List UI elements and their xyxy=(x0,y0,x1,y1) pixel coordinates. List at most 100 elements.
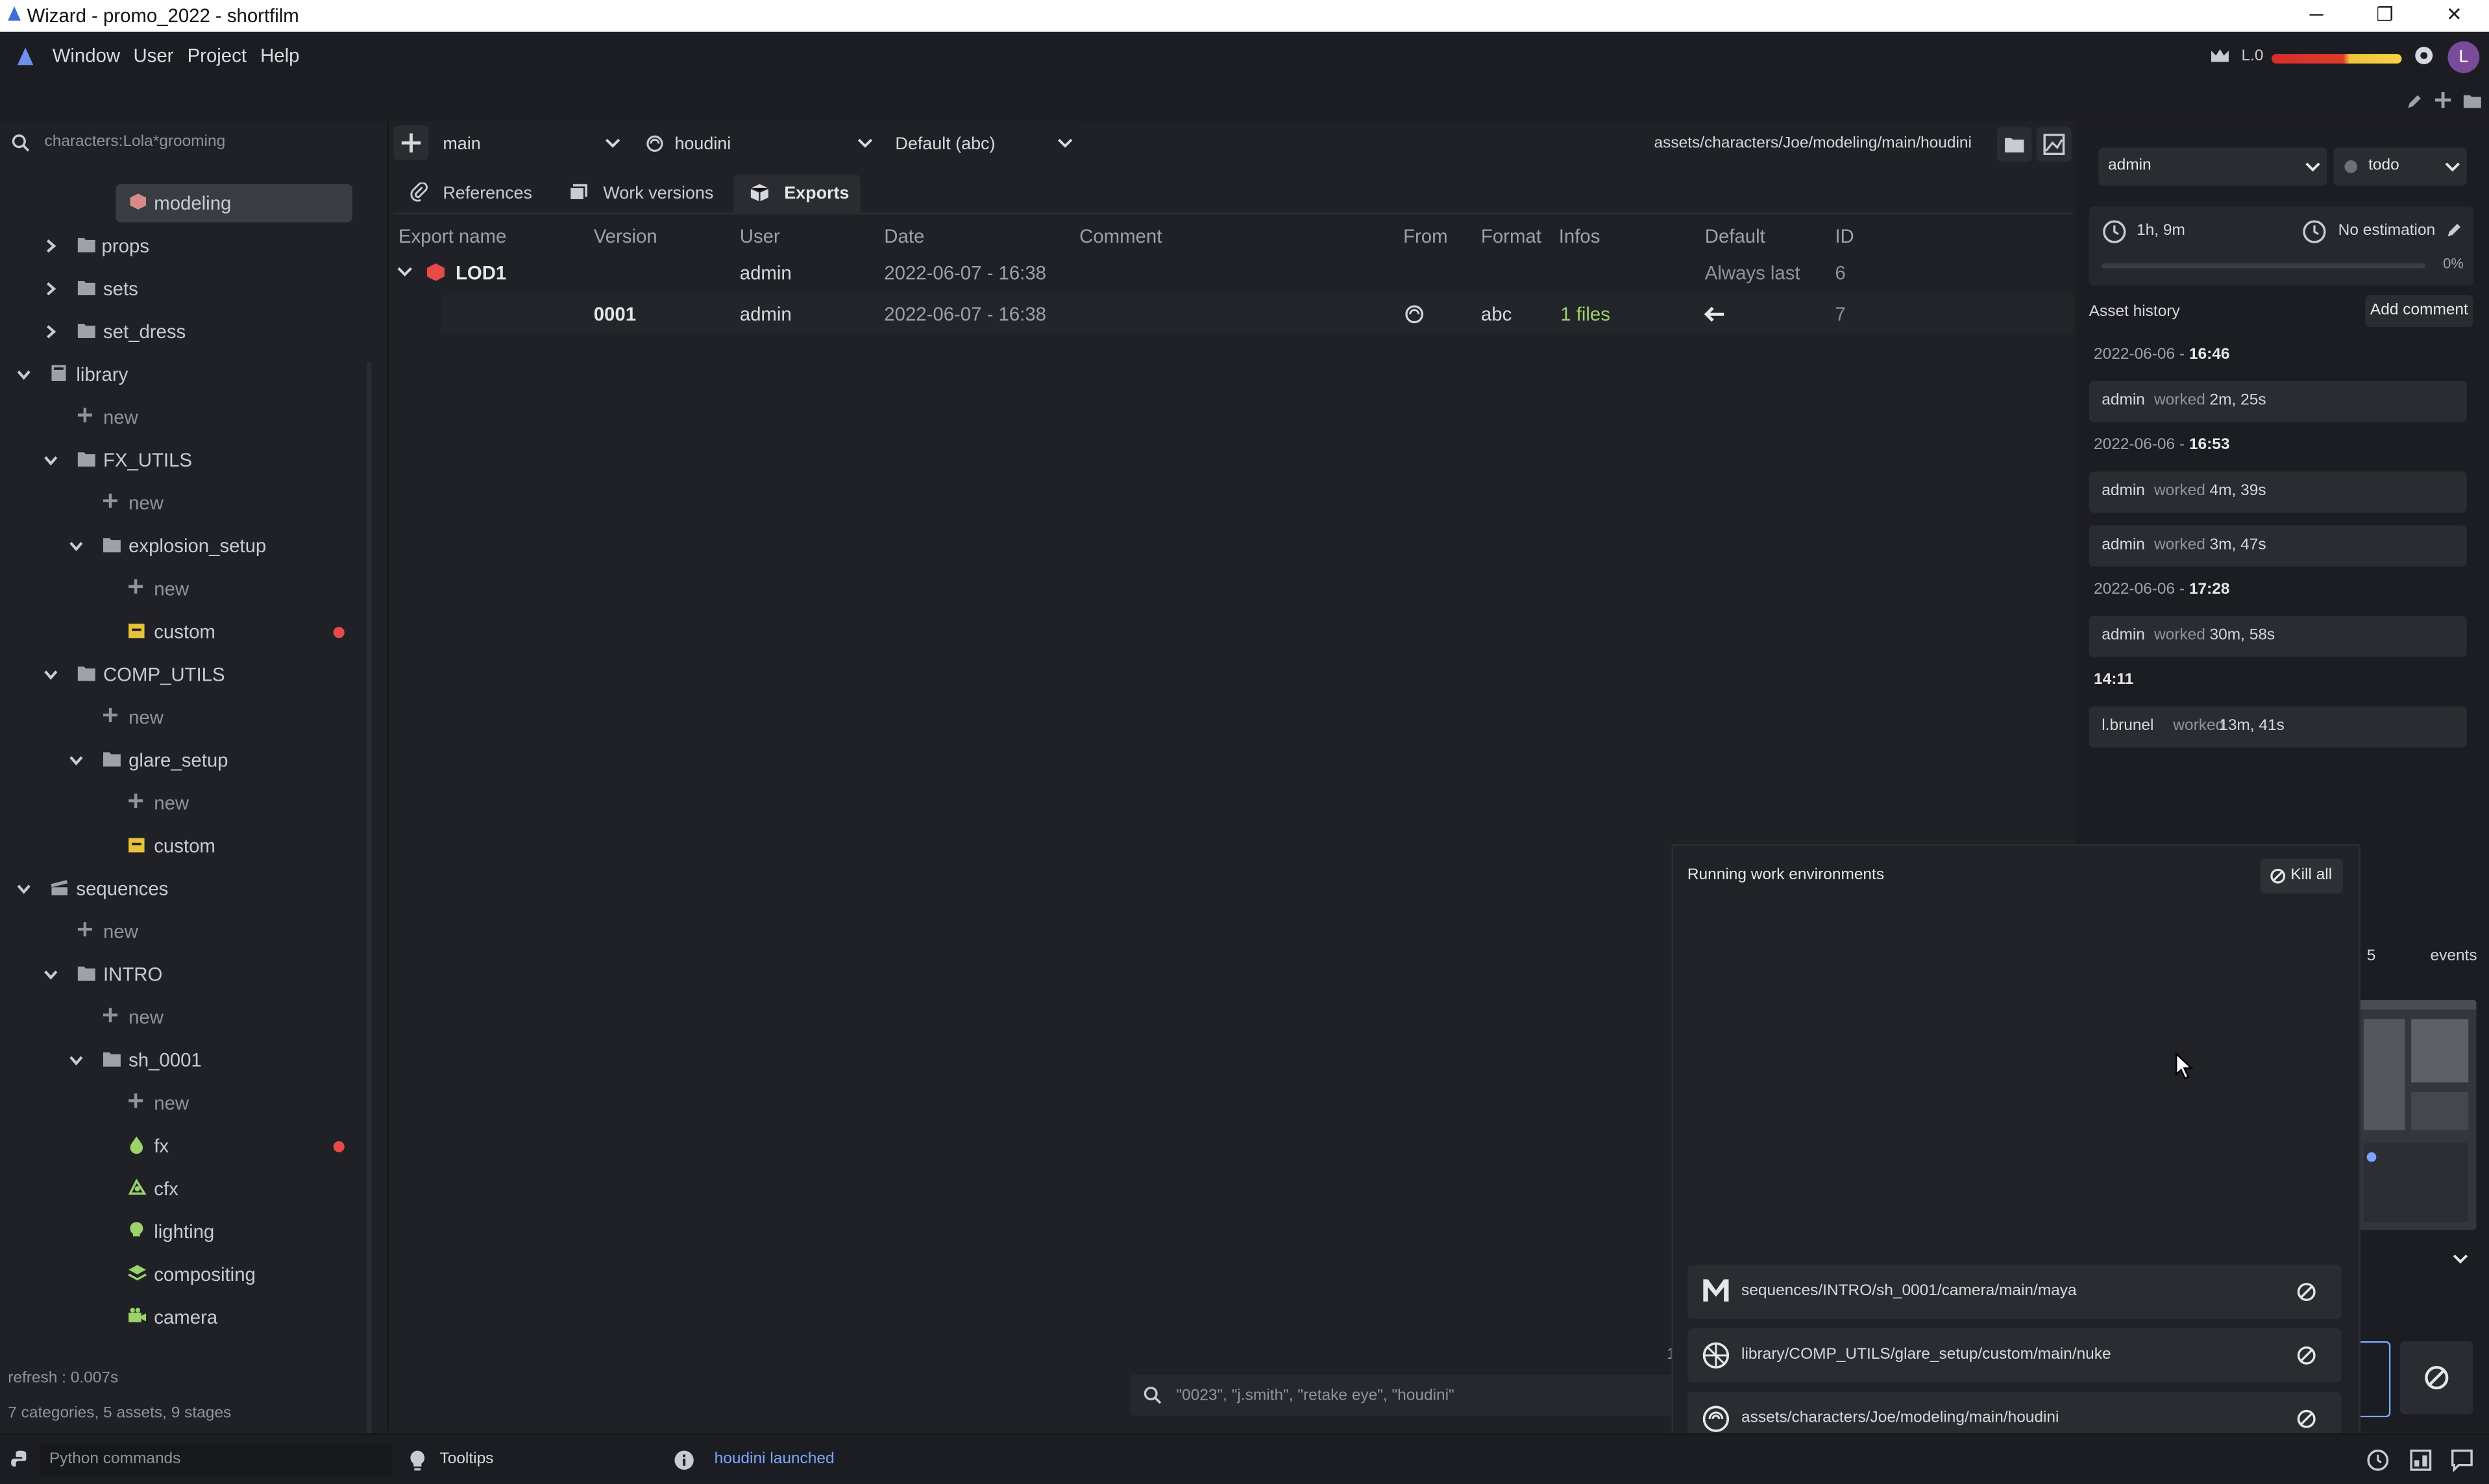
tree-item-sets[interactable]: sets xyxy=(0,270,365,308)
version-row[interactable]: 0001 admin 2022-06-07 - 16:38 abc 1 file… xyxy=(441,295,2074,334)
tab-references[interactable]: References xyxy=(400,175,546,213)
col-from[interactable]: From xyxy=(1403,225,1447,247)
version-infos[interactable]: 1 files xyxy=(1560,303,1610,325)
chevron-down-icon[interactable] xyxy=(43,666,58,682)
tree-item-lighting[interactable]: lighting xyxy=(0,1213,365,1251)
settings-gear-icon[interactable] xyxy=(2413,44,2435,66)
tree-item-new[interactable]: new xyxy=(0,570,365,608)
chevron-down-icon[interactable] xyxy=(68,752,84,768)
tree-item-new[interactable]: new xyxy=(0,912,365,951)
col-export-name[interactable]: Export name xyxy=(398,225,506,247)
software-combo[interactable]: houdini xyxy=(636,125,878,164)
work-env-row[interactable]: library/COMP_UTILS/glare_setup/custom/ma… xyxy=(1687,1328,2342,1383)
tree-item-explosion-setup[interactable]: explosion_setup xyxy=(0,527,365,565)
col-user[interactable]: User xyxy=(740,225,780,247)
tree-item-sequences[interactable]: sequences xyxy=(0,870,365,908)
tree-item-library[interactable]: library xyxy=(0,356,365,394)
col-version[interactable]: Version xyxy=(594,225,657,247)
tree-item-intro[interactable]: INTRO xyxy=(0,955,365,993)
menu-user[interactable]: User xyxy=(133,44,173,66)
tree-item-new[interactable]: new xyxy=(0,398,365,437)
tree-item-camera[interactable]: camera xyxy=(0,1298,365,1337)
chevron-down-icon[interactable] xyxy=(43,452,58,468)
col-default[interactable]: Default xyxy=(1705,225,1765,247)
kill-button-large[interactable] xyxy=(2400,1341,2473,1415)
export-row-lod1[interactable]: LOD1 admin 2022-06-07 - 16:38 Always las… xyxy=(394,254,2074,292)
tree-item-new[interactable]: new xyxy=(0,1084,365,1123)
add-comment-button[interactable]: Add comment xyxy=(2365,295,2473,327)
state-combo[interactable]: todo xyxy=(2333,147,2467,186)
kill-env-icon[interactable] xyxy=(2296,1344,2318,1367)
chevron-right-icon[interactable] xyxy=(43,238,58,254)
export-format-combo[interactable]: Default (abc) xyxy=(885,125,1080,164)
avatar[interactable]: L xyxy=(2447,41,2480,73)
menu-help[interactable]: Help xyxy=(260,44,299,66)
tree-item-glare-setup[interactable]: glare_setup xyxy=(0,741,365,779)
col-format[interactable]: Format xyxy=(1481,225,1541,247)
image-viewer-button[interactable] xyxy=(2036,127,2072,162)
variant-combo[interactable]: main xyxy=(433,125,628,164)
history-entry[interactable]: admin worked 30m, 58s xyxy=(2089,616,2467,657)
history-entry[interactable]: admin worked 2m, 25s xyxy=(2089,381,2467,422)
tree-item-fx-utils[interactable]: FX_UTILS xyxy=(0,441,365,480)
python-command-input[interactable]: Python commands xyxy=(40,1444,393,1476)
history-entry[interactable]: l.brunel worked 13m, 41s xyxy=(2089,706,2467,748)
work-env-row[interactable]: sequences/INTRO/sh_0001/camera/main/maya xyxy=(1687,1265,2342,1319)
tree-item-fx[interactable]: fx xyxy=(0,1127,365,1165)
exports-search-bar[interactable]: "0023", "j.smith", "retake eye", "houdin… xyxy=(1130,1374,1678,1416)
tree-item-comp-utils[interactable]: COMP_UTILS xyxy=(0,655,365,694)
add-icon[interactable] xyxy=(2433,90,2452,109)
chevron-down-icon[interactable] xyxy=(43,967,58,982)
assignee-combo[interactable]: admin xyxy=(2098,147,2327,186)
kill-env-icon[interactable] xyxy=(2296,1281,2318,1303)
arrow-left-icon[interactable] xyxy=(1703,305,1725,324)
tree-item-new[interactable]: new xyxy=(0,999,365,1037)
chevron-right-icon[interactable] xyxy=(43,281,58,297)
folder-icon[interactable] xyxy=(2462,92,2483,110)
kill-env-icon[interactable] xyxy=(2296,1408,2318,1430)
chevron-right-icon[interactable] xyxy=(43,324,58,339)
events-count[interactable]: 5 xyxy=(2367,947,2376,965)
tree-item-new[interactable]: new xyxy=(0,698,365,736)
tree-item-new[interactable]: new xyxy=(0,484,365,522)
tree-item-sh-0001[interactable]: sh_0001 xyxy=(0,1041,365,1080)
close-button[interactable]: ✕ xyxy=(2446,3,2462,25)
tree-item-new[interactable]: new xyxy=(0,784,365,822)
col-id[interactable]: ID xyxy=(1835,225,1854,247)
col-infos[interactable]: Infos xyxy=(1559,225,1600,247)
kill-all-button[interactable]: Kill all xyxy=(2260,858,2344,894)
screenshot-thumbnail[interactable] xyxy=(2357,999,2477,1230)
chevron-down-icon[interactable] xyxy=(68,1052,84,1068)
history-icon[interactable] xyxy=(2365,1448,2390,1473)
maximize-button[interactable]: ❐ xyxy=(2376,3,2393,25)
menu-window[interactable]: Window xyxy=(53,44,120,66)
edit-estimation-icon[interactable] xyxy=(2445,221,2464,239)
col-date[interactable]: Date xyxy=(884,225,924,247)
chat-icon[interactable] xyxy=(2449,1448,2475,1473)
history-entry[interactable]: admin worked 4m, 39s xyxy=(2089,471,2467,513)
tab-exports[interactable]: Exports xyxy=(733,175,861,213)
crown-icon[interactable] xyxy=(2210,47,2231,65)
open-folder-button[interactable] xyxy=(1996,127,2032,162)
chevron-down-icon[interactable] xyxy=(16,881,31,897)
col-comment[interactable]: Comment xyxy=(1079,225,1162,247)
menu-project[interactable]: Project xyxy=(188,44,247,66)
history-entry[interactable]: admin worked 3m, 47s xyxy=(2089,525,2467,567)
tree-item-custom[interactable]: custom xyxy=(0,827,365,865)
chevron-down-icon[interactable] xyxy=(2453,1252,2468,1265)
minimize-button[interactable]: ─ xyxy=(2310,3,2323,25)
chevron-down-icon[interactable] xyxy=(397,265,412,278)
chevron-down-icon[interactable] xyxy=(16,367,31,382)
add-variant-button[interactable] xyxy=(393,125,429,161)
tree-item-set-dress[interactable]: set_dress xyxy=(0,313,365,351)
dashboard-icon[interactable] xyxy=(2408,1448,2433,1473)
tree-item-custom[interactable]: custom xyxy=(0,613,365,651)
tooltips-toggle[interactable]: Tooltips xyxy=(439,1451,493,1468)
edit-icon[interactable] xyxy=(2405,92,2423,111)
tree-item-props[interactable]: props xyxy=(0,227,365,265)
tree-scrollbar[interactable] xyxy=(366,361,372,1464)
tab-work-versions[interactable]: Work versions xyxy=(559,175,720,213)
tree-item-compositing[interactable]: compositing xyxy=(0,1256,365,1294)
lightbulb-icon[interactable] xyxy=(408,1449,427,1471)
search-input[interactable]: characters:Lola*grooming xyxy=(44,133,225,151)
